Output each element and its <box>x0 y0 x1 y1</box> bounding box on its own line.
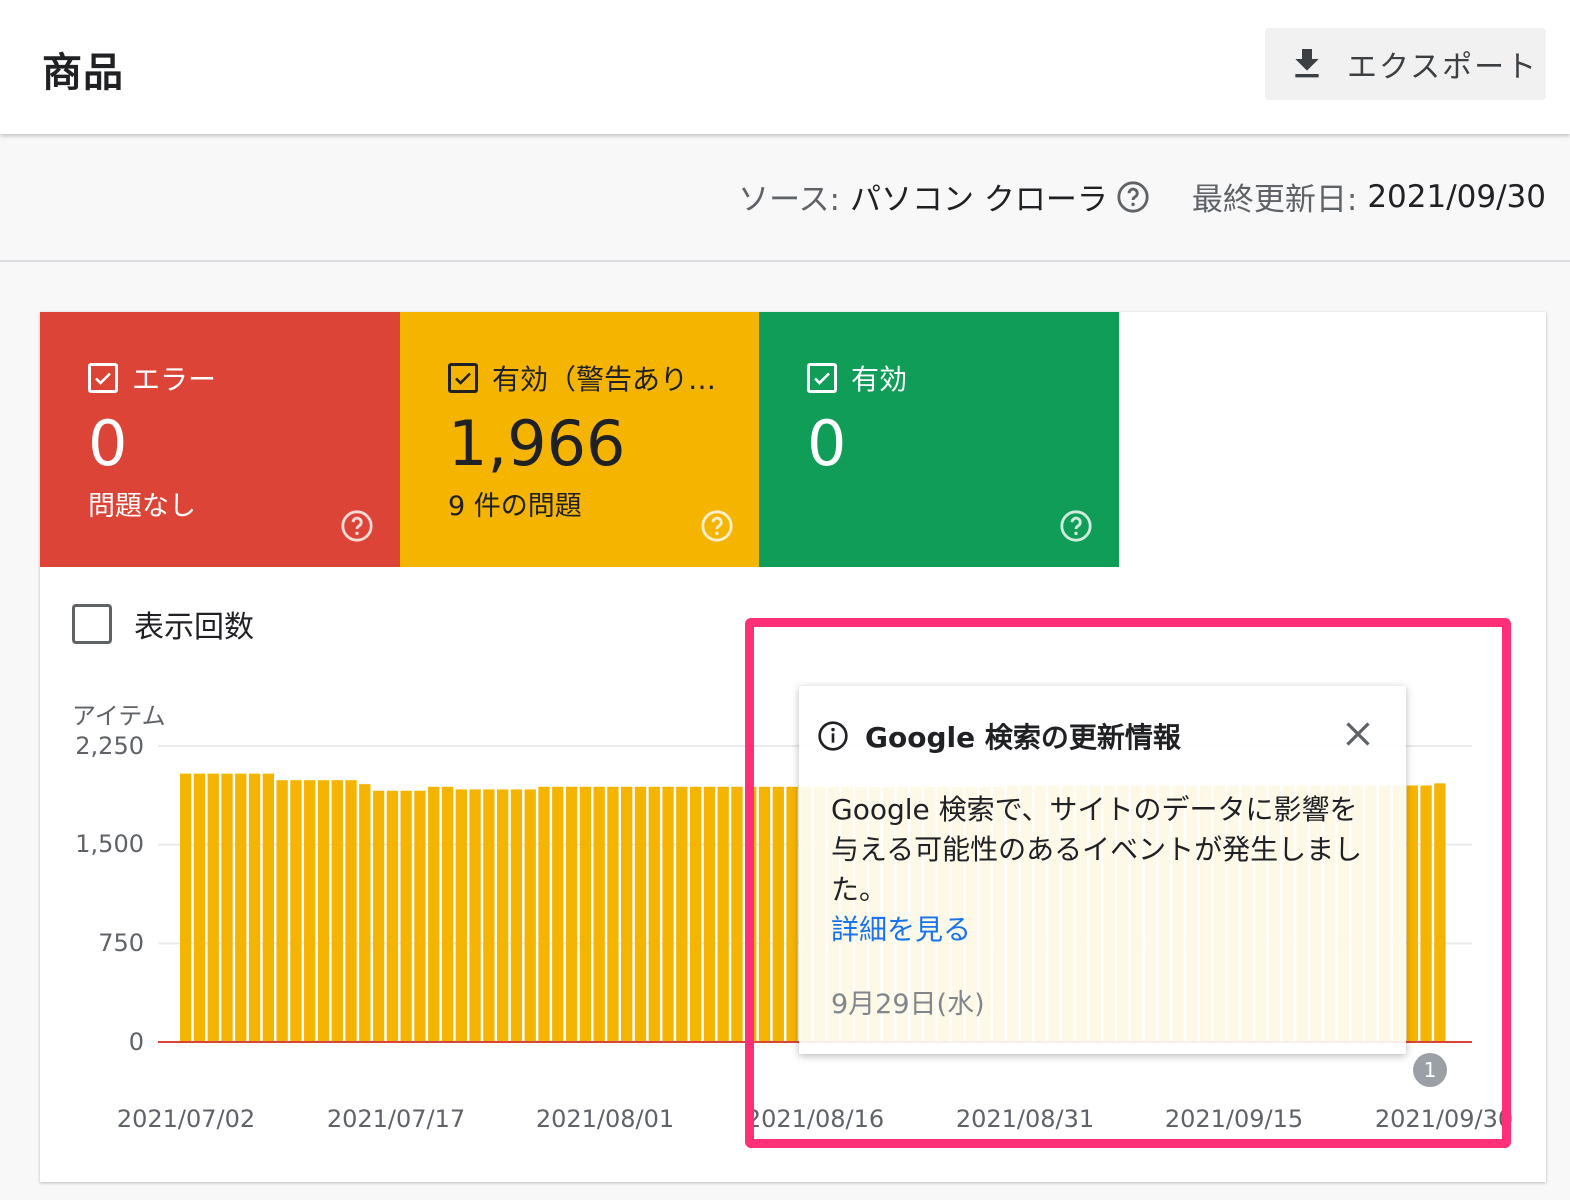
chart-bar[interactable] <box>262 773 274 1042</box>
chart-bar[interactable] <box>317 780 330 1042</box>
chart-bar[interactable] <box>703 786 716 1042</box>
x-tick-label: 2021/08/16 <box>745 1105 885 1133</box>
tooltip-body: Google 検索で、サイトのデータに影響を与える可能性のあるイベントが発生しま… <box>831 790 1381 950</box>
chart-bar[interactable] <box>607 786 619 1042</box>
chart-bar[interactable] <box>772 786 784 1042</box>
search-update-tooltip: Google 検索の更新情報 Google 検索で、サイトのデータに影響を与える… <box>799 686 1406 1054</box>
download-icon <box>1295 49 1319 78</box>
source-label: ソース: <box>738 182 840 218</box>
chart-bar[interactable] <box>745 786 757 1042</box>
x-tick-label: 2021/08/01 <box>535 1105 675 1133</box>
chart-bar[interactable] <box>1434 783 1446 1042</box>
chart-bar[interactable] <box>180 773 192 1042</box>
chart-bar[interactable] <box>497 789 509 1042</box>
event-marker[interactable]: 1 <box>1413 1053 1447 1087</box>
tooltip-text: Google 検索で、サイトのデータに影響を与える可能性のあるイベントが発生しま… <box>831 793 1363 906</box>
chart-bar[interactable] <box>758 786 771 1042</box>
source-row: ソース: パソコン クローラ 最終更新日: 2021/09/30 <box>738 174 1546 219</box>
chart-bar[interactable] <box>400 790 412 1042</box>
chart-bar[interactable] <box>345 780 357 1042</box>
export-label: エクスポート <box>1347 50 1539 85</box>
chart-bar[interactable] <box>731 786 743 1042</box>
chart-bar[interactable] <box>248 773 261 1042</box>
page-title: 商品 <box>42 50 124 96</box>
chart-bar[interactable] <box>524 789 536 1042</box>
tooltip-title: Google 検索の更新情報 <box>865 721 1181 754</box>
x-tick-label: 2021/07/02 <box>116 1105 256 1133</box>
page-header: 商品 エクスポート <box>0 0 1570 134</box>
chart-bar[interactable] <box>359 784 371 1042</box>
chart-bar[interactable] <box>621 786 633 1042</box>
chart-bar[interactable] <box>662 786 674 1042</box>
chart-bar[interactable] <box>552 786 564 1042</box>
chart-bar[interactable] <box>786 786 798 1042</box>
chart-bar[interactable] <box>538 786 550 1042</box>
meta-bar: ソース: パソコン クローラ 最終更新日: 2021/09/30 <box>0 134 1570 262</box>
chart-bar[interactable] <box>235 773 247 1042</box>
chart-bar[interactable] <box>304 780 316 1042</box>
chart-bar[interactable] <box>689 786 702 1042</box>
chart-bar[interactable] <box>331 780 343 1042</box>
chart-bar[interactable] <box>565 786 578 1042</box>
chart-bar[interactable] <box>207 773 219 1042</box>
x-tick-label: 2021/09/15 <box>1164 1105 1304 1133</box>
info-icon <box>818 721 848 751</box>
x-tick-label: 2021/08/31 <box>955 1105 1095 1133</box>
updated-label: 最終更新日: <box>1191 182 1358 218</box>
tooltip-date: 9月29日(水) <box>831 989 985 1020</box>
chart-bar[interactable] <box>276 780 288 1042</box>
x-tick-label: 2021/07/17 <box>326 1105 466 1133</box>
chart-bar[interactable] <box>290 780 302 1042</box>
chart-bar[interactable] <box>428 786 440 1042</box>
chart-bar[interactable] <box>386 790 399 1042</box>
chart-bar[interactable] <box>455 789 467 1042</box>
details-link[interactable]: 詳細を見る <box>831 913 971 946</box>
close-icon[interactable] <box>1340 716 1376 752</box>
chart-bar[interactable] <box>593 786 605 1042</box>
chart-bar[interactable] <box>1406 785 1418 1042</box>
chart-bar[interactable] <box>483 789 495 1042</box>
export-button[interactable]: エクスポート <box>1265 28 1546 100</box>
chart-bar[interactable] <box>193 773 206 1042</box>
coverage-card: エラー 0 問題なし 有効（警告あり… 1,966 9 件の問題 有効 0 表示… <box>40 312 1546 1182</box>
chart-bar[interactable] <box>634 786 647 1042</box>
source-value: パソコン クローラ <box>850 182 1108 218</box>
chart-bar[interactable] <box>414 790 426 1042</box>
updated-value: 2021/09/30 <box>1367 178 1546 215</box>
chart-bar[interactable] <box>469 789 481 1042</box>
chart-bar[interactable] <box>221 773 233 1042</box>
chart-bar[interactable] <box>1420 785 1432 1042</box>
chart-bar[interactable] <box>372 790 385 1042</box>
x-tick-label: 2021/09/30 <box>1374 1105 1514 1133</box>
chart-bar[interactable] <box>510 789 523 1042</box>
chart-bar[interactable] <box>648 786 660 1042</box>
help-icon[interactable] <box>1116 180 1150 214</box>
tooltip-header: Google 検索の更新情報 <box>817 716 1181 756</box>
chart-bar[interactable] <box>676 786 688 1042</box>
chart-bar[interactable] <box>441 786 454 1042</box>
chart-bar[interactable] <box>579 786 591 1042</box>
chart-bar[interactable] <box>717 786 729 1042</box>
